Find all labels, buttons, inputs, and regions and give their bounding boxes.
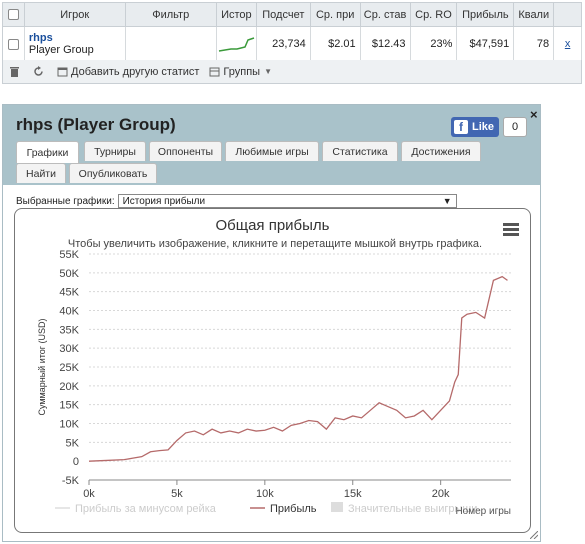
column-header-filter[interactable]: Фильтр [125, 2, 217, 27]
table-header-row: Игрок Фильтр Истор Подсчет Ср. при Ср. с… [2, 2, 582, 27]
y-axis-label: Суммарный итог (USD) [37, 318, 47, 415]
x-tick-label: 15k [344, 488, 362, 500]
column-header-count[interactable]: Подсчет [256, 2, 311, 27]
chart-select[interactable]: История прибыли ▼ [117, 194, 457, 208]
tab-achievements[interactable]: Достижения [401, 141, 481, 161]
y-tick-label: 50K [59, 268, 79, 280]
tab-charts[interactable]: Графики [16, 141, 79, 163]
chart-select-value: История прибыли [122, 195, 206, 207]
add-stat-label: Добавить другую статист [71, 65, 200, 78]
y-tick-label: 25K [59, 362, 79, 374]
tab-favorite-games[interactable]: Любимые игры [225, 141, 319, 161]
player-panel: rhps (Player Group) f Like 0 × Графики Т… [2, 104, 541, 542]
column-header-avg-roi[interactable]: Ср. RO [410, 2, 458, 27]
stats-table: Игрок Фильтр Истор Подсчет Ср. при Ср. с… [2, 2, 582, 62]
facebook-like-button[interactable]: f Like [451, 117, 499, 137]
like-count: 0 [503, 117, 527, 137]
y-tick-label: 45K [59, 287, 79, 299]
x-tick-label: 5k [171, 488, 183, 500]
table-toolbar: Добавить другую статист Группы ▼ [2, 60, 582, 84]
groups-label: Группы [223, 65, 261, 78]
chart-container[interactable]: Общая прибыль Чтобы увеличить изображени… [14, 208, 531, 533]
y-tick-label: 20K [59, 381, 79, 393]
chart-select-row: Выбранные графики: История прибыли ▼ [16, 194, 457, 208]
avg-roi-cell: 23% [410, 26, 458, 62]
y-tick-label: 15K [59, 400, 79, 412]
y-tick-label: 5K [66, 437, 80, 449]
trash-icon [10, 67, 19, 77]
y-tick-label: 10K [59, 419, 79, 431]
select-all-checkbox[interactable] [2, 2, 25, 27]
close-panel-icon[interactable]: × [530, 107, 538, 122]
refresh-icon [34, 66, 43, 76]
y-tick-label: 0 [73, 456, 79, 468]
tab-tournaments[interactable]: Турниры [84, 141, 146, 161]
chart-select-label: Выбранные графики: [16, 195, 115, 207]
like-label: Like [472, 121, 495, 133]
profit-chart[interactable]: -5K 0 5K 10K 15K 20K 25K 30K 35K 40K 45K 50K 55K 0k 5k… [15, 209, 530, 532]
tab-find[interactable]: Найти [16, 163, 66, 183]
y-tick-label: 40K [59, 306, 79, 318]
history-sparkline [216, 26, 257, 62]
avg-profit-cell: $2.01 [310, 26, 361, 62]
player-group-label: Player Group [28, 44, 94, 56]
filter-cell[interactable] [125, 26, 217, 62]
table-row: rhps Player Group 23,734 $2.01 $12.43 23… [2, 26, 582, 62]
add-window-icon [57, 67, 68, 77]
legend-profit: Прибыль [270, 503, 317, 515]
column-header-remove [553, 2, 582, 27]
add-stat-button[interactable]: Добавить другую статист [57, 66, 199, 78]
refresh-button[interactable] [33, 66, 47, 77]
y-tick-label: -5K [62, 475, 80, 487]
column-header-history[interactable]: Истор [216, 2, 257, 27]
legend-marker-big-wins [331, 502, 343, 512]
x-tick-label: 10k [256, 488, 274, 500]
y-tick-label: 35K [59, 324, 79, 336]
dropdown-arrow-icon: ▼ [442, 196, 452, 206]
groups-icon [209, 67, 220, 77]
x-tick-label: 20k [432, 488, 450, 500]
player-cell: rhps Player Group [24, 26, 126, 62]
groups-dropdown[interactable]: Группы ▼ [209, 66, 272, 78]
tab-statistics[interactable]: Статистика [322, 141, 398, 161]
resize-handle-icon[interactable] [530, 531, 538, 539]
profit-cell: $47,591 [456, 26, 515, 62]
facebook-icon: f [454, 120, 468, 134]
column-header-avg-profit[interactable]: Ср. при [310, 2, 361, 27]
y-tick-label: 55K [59, 249, 79, 261]
quali-cell: 78 [513, 26, 555, 62]
chevron-down-icon: ▼ [264, 67, 272, 76]
column-header-avg-stake[interactable]: Ср. став [360, 2, 411, 27]
row-checkbox[interactable] [2, 26, 25, 62]
profit-series-line [88, 275, 508, 462]
player-name-link[interactable]: rhps [29, 32, 121, 44]
tab-opponents[interactable]: Оппоненты [149, 141, 222, 161]
tab-publish[interactable]: Опубликовать [69, 163, 157, 183]
panel-title: rhps (Player Group) [16, 115, 176, 134]
y-tick-label: 30K [59, 343, 79, 355]
legend-net-profit: Прибыль за минусом рейка [75, 503, 217, 515]
avg-stake-cell: $12.43 [360, 26, 411, 62]
column-header-profit[interactable]: Прибыль [456, 2, 515, 27]
count-cell: 23,734 [256, 26, 311, 62]
x-tick-label: 0k [83, 488, 95, 500]
delete-button[interactable] [9, 66, 23, 77]
column-header-quali[interactable]: Квали [513, 2, 555, 27]
column-header-player[interactable]: Игрок [24, 2, 126, 27]
x-axis-label: Номер игры [455, 506, 511, 517]
remove-row-link[interactable]: x [553, 26, 582, 62]
